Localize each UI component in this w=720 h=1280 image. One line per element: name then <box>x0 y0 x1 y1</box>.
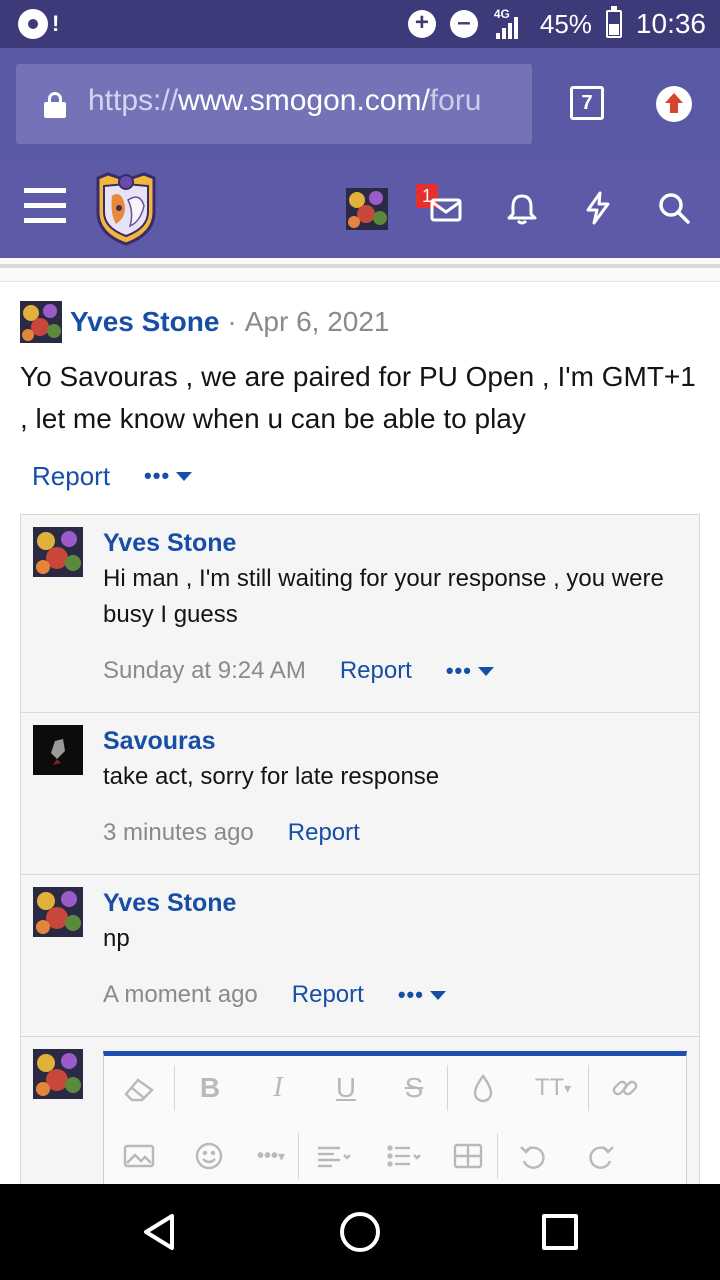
comment-meta: Sunday at 9:24 AM Report ••• <box>103 653 494 689</box>
address-bar[interactable]: https://www.smogon.com/foru <box>16 64 532 144</box>
avatar <box>33 1049 83 1099</box>
comment-time[interactable]: 3 minutes ago <box>103 819 254 847</box>
browser-toolbar: https://www.smogon.com/foru 7 <box>0 48 720 160</box>
color-drop-icon[interactable] <box>448 1073 518 1103</box>
strikethrough-button[interactable]: S <box>381 1072 447 1104</box>
post-author-link[interactable]: Yves Stone <box>70 306 219 338</box>
chevron-down-icon <box>429 990 446 1000</box>
list-icon[interactable] <box>369 1143 439 1169</box>
back-icon[interactable] <box>140 1212 180 1252</box>
notification-dot-icon <box>18 9 48 39</box>
avatar[interactable] <box>33 887 83 937</box>
editor-toolbar-row-2: ••• ▾ <box>104 1126 688 1186</box>
lightning-icon[interactable] <box>580 190 616 226</box>
comment-time[interactable]: A moment ago <box>103 981 258 1009</box>
status-right: + – 4G 45% 10:36 <box>407 0 706 48</box>
battery-percent: 45% <box>539 8 592 39</box>
home-icon[interactable] <box>340 1212 380 1252</box>
comment-list: Yves Stone Hi man , I'm still waiting fo… <box>20 514 700 1194</box>
comment-author-link[interactable]: Savouras <box>103 727 216 756</box>
more-options-button[interactable]: ••• <box>398 982 446 1008</box>
system-nav-bar <box>0 1184 720 1280</box>
bell-icon[interactable] <box>504 190 540 226</box>
editor-toolbar-row-1: B I U S TT ▾ <box>104 1058 688 1118</box>
comment-text: np <box>103 925 130 952</box>
status-left: ! <box>18 9 59 39</box>
underline-button[interactable]: U <box>311 1072 381 1104</box>
comment-time[interactable]: Sunday at 9:24 AM <box>103 657 306 685</box>
tab-switcher-button[interactable]: 7 <box>570 86 604 120</box>
menu-icon[interactable] <box>24 188 66 224</box>
upload-arrow-icon[interactable] <box>656 86 692 122</box>
signal-icon: 4G <box>492 7 526 41</box>
comment-item: Yves Stone np A moment ago Report ••• <box>21 875 699 1037</box>
post-body: Yo Savouras , we are paired for PU Open … <box>20 361 696 434</box>
eraser-icon[interactable] <box>104 1074 174 1102</box>
chevron-down-icon <box>176 471 193 481</box>
text-size-button[interactable]: TT ▾ <box>518 1074 588 1102</box>
comment-meta: 3 minutes ago Report <box>103 815 360 851</box>
report-link[interactable]: Report <box>340 657 412 685</box>
lock-icon <box>44 92 66 118</box>
battery-icon <box>605 6 622 38</box>
post-date[interactable]: Apr 6, 2021 <box>245 306 390 338</box>
comment-text: Hi man , I'm still waiting for your resp… <box>103 565 664 628</box>
italic-button[interactable]: I <box>245 1072 311 1104</box>
chevron-down-icon <box>477 666 494 676</box>
more-options-button[interactable]: ••• <box>144 463 193 489</box>
reply-editor-area: B I U S TT ▾ ••• ▾ <box>21 1035 699 1193</box>
report-link[interactable]: Report <box>32 461 110 492</box>
status-bar: ! + – 4G 45% 10:36 <box>0 0 720 48</box>
avatar[interactable] <box>33 527 83 577</box>
site-logo[interactable] <box>94 172 158 246</box>
search-icon[interactable] <box>656 190 692 226</box>
undo-icon[interactable] <box>498 1141 568 1171</box>
image-icon[interactable] <box>104 1143 174 1169</box>
comment-author-link[interactable]: Yves Stone <box>103 529 236 558</box>
post-separator: · <box>227 306 237 337</box>
user-avatar[interactable] <box>346 188 388 230</box>
site-header: 1 <box>0 160 720 258</box>
do-not-disturb-icon: – <box>449 10 478 38</box>
inbox-icon[interactable] <box>428 190 464 226</box>
comment-author-link[interactable]: Yves Stone <box>103 889 236 918</box>
clock: 10:36 <box>635 8 706 39</box>
header-divider <box>0 258 720 282</box>
comment-meta: A moment ago Report ••• <box>103 977 446 1013</box>
comment-item: Yves Stone Hi man , I'm still waiting fo… <box>21 515 699 713</box>
data-saver-icon: + <box>407 10 436 38</box>
avatar[interactable] <box>33 725 83 775</box>
url-text[interactable]: https://www.smogon.com/foru <box>88 84 482 118</box>
smiley-icon[interactable] <box>174 1141 244 1171</box>
align-icon[interactable] <box>299 1143 369 1169</box>
table-icon[interactable] <box>439 1142 497 1170</box>
comment-text: take act, sorry for late response <box>103 763 440 790</box>
avatar[interactable] <box>20 301 62 343</box>
bold-button[interactable]: B <box>175 1072 245 1104</box>
more-tools-button[interactable]: ••• ▾ <box>244 1145 298 1168</box>
redo-icon[interactable] <box>568 1141 634 1171</box>
link-icon[interactable] <box>589 1073 661 1103</box>
post-header: Yves Stone · Apr 6, 2021 <box>20 300 390 344</box>
report-link[interactable]: Report <box>288 819 360 847</box>
comment-item: Savouras take act, sorry for late respon… <box>21 713 699 875</box>
more-options-button[interactable]: ••• <box>446 658 494 684</box>
reply-editor[interactable]: B I U S TT ▾ ••• ▾ <box>103 1051 688 1193</box>
report-link[interactable]: Report <box>292 981 364 1009</box>
recent-apps-icon[interactable] <box>542 1214 578 1250</box>
post-actions: Report ••• <box>32 456 193 496</box>
alert-mark: ! <box>52 11 60 36</box>
